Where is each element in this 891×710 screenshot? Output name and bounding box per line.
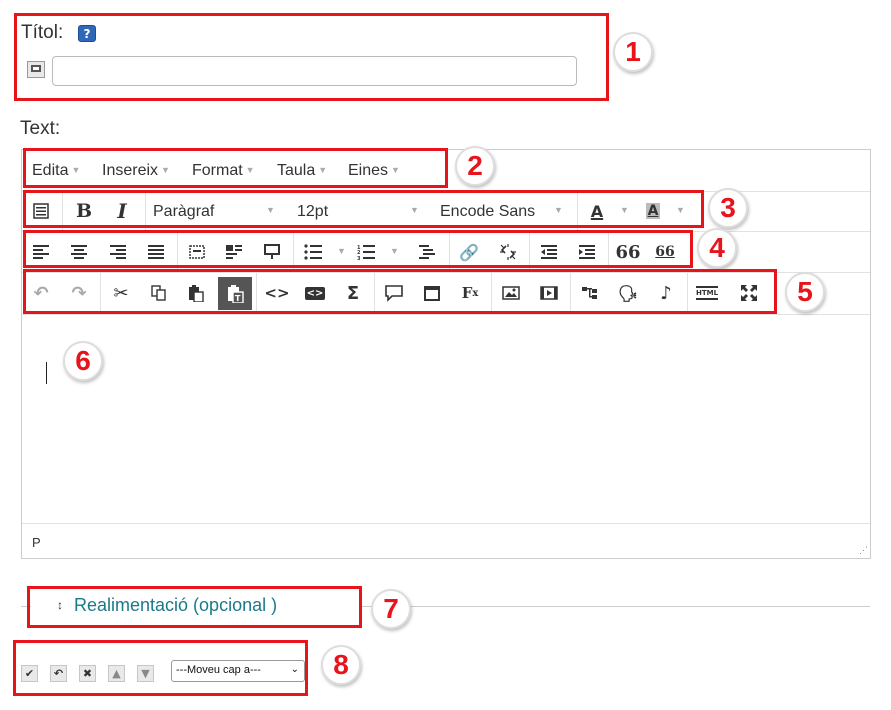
feedback-toggle[interactable]: Realimentació (opcional ) <box>74 595 277 616</box>
expand-arrow-icon[interactable]: ↕ <box>57 598 63 612</box>
marker-1: 1 <box>613 32 653 72</box>
marker-5: 5 <box>785 272 825 312</box>
element-path[interactable]: P <box>32 535 41 550</box>
accept-icon[interactable]: ✔ <box>21 665 38 682</box>
delete-icon[interactable]: ✖ <box>79 665 96 682</box>
title-label: Títol: <box>21 22 64 43</box>
statusbar: P ⋰ <box>22 523 870 558</box>
annotation-box-3 <box>23 190 704 228</box>
divider-line-right <box>362 606 870 607</box>
marker-6: 6 <box>63 341 103 381</box>
resize-handle-icon[interactable]: ⋰ <box>859 545 868 556</box>
chevron-down-icon: ⌄ <box>290 664 299 675</box>
move-down-icon[interactable]: ▼ <box>137 665 154 682</box>
text-label: Text: <box>20 118 61 139</box>
marker-3: 3 <box>708 188 748 228</box>
move-to-select-value: ---Moveu cap a--- <box>176 664 261 676</box>
marker-8: 8 <box>321 645 361 685</box>
title-input[interactable] <box>52 56 577 86</box>
editor-content[interactable] <box>22 315 870 523</box>
help-icon[interactable]: ? <box>78 25 96 42</box>
marker-2: 2 <box>455 146 495 186</box>
language-icon[interactable] <box>27 61 45 78</box>
annotation-box-4 <box>23 230 693 268</box>
marker-4: 4 <box>697 228 737 268</box>
annotation-box-5 <box>23 269 777 314</box>
move-up-icon[interactable]: ▲ <box>108 665 125 682</box>
undo-edit-icon[interactable]: ↶ <box>50 665 67 682</box>
marker-7: 7 <box>371 589 411 629</box>
move-to-select[interactable]: ---Moveu cap a--- ⌄ <box>171 660 305 682</box>
annotation-box-2 <box>23 148 448 188</box>
